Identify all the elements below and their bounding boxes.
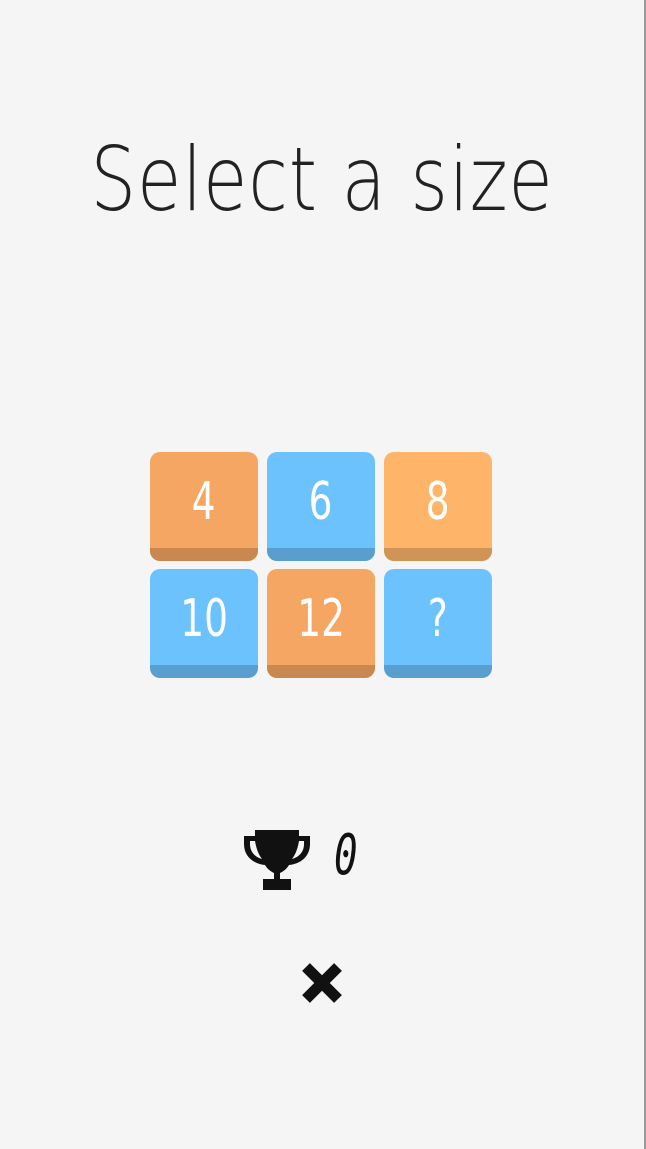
- size-tile-12[interactable]: 12: [267, 569, 375, 678]
- trophy-icon: [244, 830, 310, 890]
- size-tile-10[interactable]: 10: [150, 569, 258, 678]
- size-grid: 4 6 8 10 12 ?: [150, 452, 493, 678]
- best-score-value: 0: [334, 823, 358, 888]
- best-score-row: 0: [0, 828, 644, 892]
- close-icon[interactable]: [298, 960, 346, 1006]
- size-tile-6[interactable]: 6: [267, 452, 375, 561]
- size-tile-label: 10: [180, 588, 228, 649]
- size-tile-label: 4: [192, 471, 216, 532]
- size-tile-label: ?: [428, 588, 448, 649]
- size-tile-random[interactable]: ?: [384, 569, 492, 678]
- size-tile-label: 12: [297, 588, 345, 649]
- size-tile-4[interactable]: 4: [150, 452, 258, 561]
- size-tile-8[interactable]: 8: [384, 452, 492, 561]
- size-tile-label: 8: [426, 471, 450, 532]
- size-tile-label: 6: [309, 471, 333, 532]
- page-title: Select a size: [90, 128, 554, 231]
